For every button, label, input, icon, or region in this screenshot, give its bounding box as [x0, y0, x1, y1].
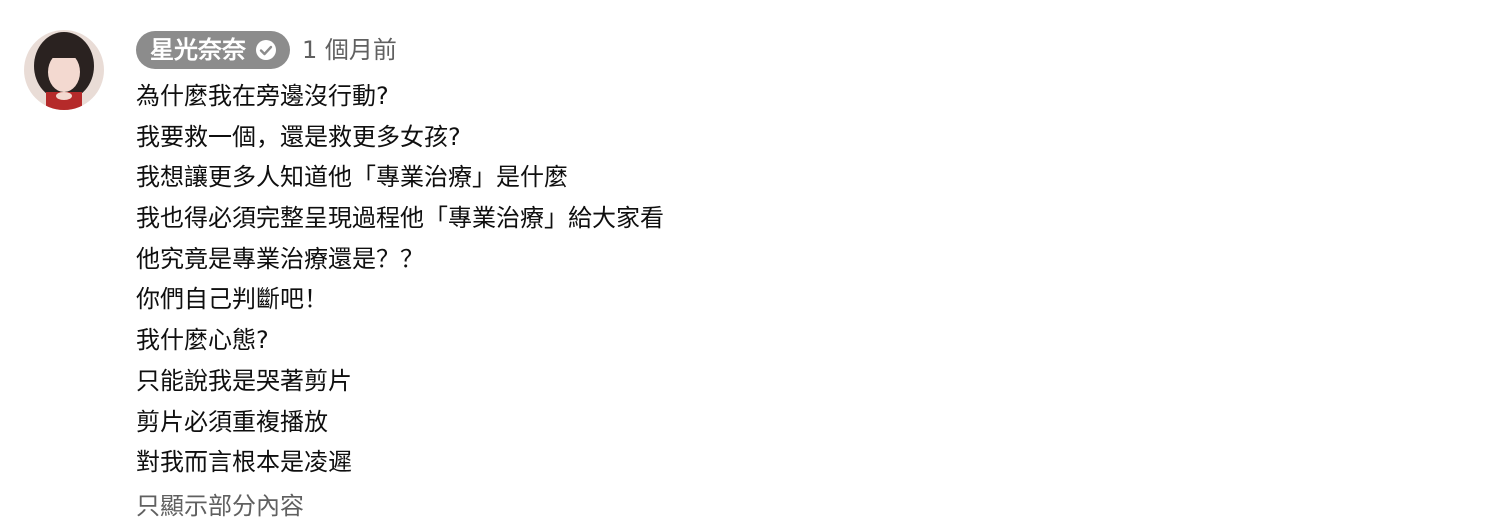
- check-circle-icon: [254, 38, 278, 62]
- comment-line: 為什麼我在旁邊沒行動?: [136, 82, 389, 110]
- comment-thread: 星光奈奈 1 個月前 為什麼我在旁邊沒行動? 我要救一個，還是救更多女孩? 我想…: [24, 30, 1470, 525]
- show-less-button[interactable]: 只顯示部分內容: [136, 487, 664, 525]
- comment-line: 你們自己判斷吧！: [136, 285, 328, 314]
- author-chip[interactable]: 星光奈奈: [136, 31, 290, 69]
- comment-header: 星光奈奈 1 個月前: [136, 30, 664, 70]
- comment-line: 只能說我是哭著剪片: [136, 366, 352, 395]
- comment-line: 我什麼心態?: [136, 326, 269, 355]
- avatar-image: [24, 30, 104, 110]
- comment-line: 他究竟是專業治療還是？？: [136, 244, 424, 273]
- comment-text: 為什麼我在旁邊沒行動? 我要救一個，還是救更多女孩? 我想讓更多人知道他「專業治…: [136, 76, 664, 483]
- avatar[interactable]: [24, 30, 104, 110]
- comment-line: 我要救一個，還是救更多女孩?: [136, 122, 461, 151]
- author-name: 星光奈奈: [150, 36, 246, 64]
- comment-body: 星光奈奈 1 個月前 為什麼我在旁邊沒行動? 我要救一個，還是救更多女孩? 我想…: [136, 30, 664, 525]
- comment-line: 對我而言根本是凌遲: [136, 448, 352, 477]
- comment-line: 剪片必須重複播放: [136, 407, 328, 436]
- comment-line: 我也得必須完整呈現過程他「專業治療」給大家看: [136, 204, 664, 233]
- comment-line: 我想讓更多人知道他「專業治療」是什麼: [136, 163, 568, 192]
- comment-timestamp[interactable]: 1 個月前: [302, 31, 397, 69]
